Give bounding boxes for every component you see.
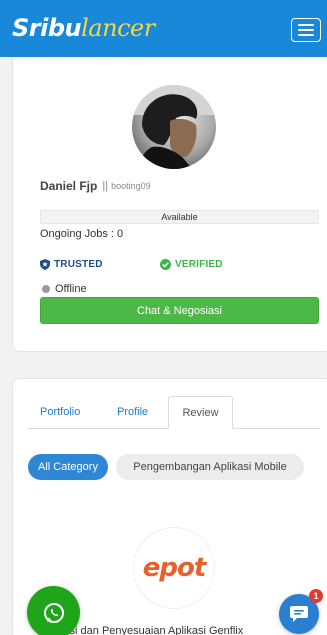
client-logo-text: epot xyxy=(142,552,207,583)
check-circle-icon xyxy=(160,259,171,270)
trusted-label: TRUSTED xyxy=(54,259,103,270)
hamburger-icon xyxy=(298,24,314,26)
menu-toggle-button[interactable] xyxy=(291,18,321,42)
verified-badge: VERIFIED xyxy=(160,259,223,270)
notification-badge: 1 xyxy=(309,589,323,603)
ongoing-jobs: Ongoing Jobs : 0 xyxy=(40,228,124,240)
online-status: Offline xyxy=(42,283,87,295)
chat-negotiate-button[interactable]: Chat & Negosiasi xyxy=(40,297,319,324)
project-title[interactable]: ifikasi dan Penyesuaian Aplikasi Genflix xyxy=(50,625,243,635)
category-pill-mobile-dev[interactable]: Pengembangan Aplikasi Mobile xyxy=(116,454,304,480)
freelancer-name: Daniel Fjp xyxy=(40,179,98,193)
freelancer-name-row: Daniel Fjp || booting09 xyxy=(40,178,151,194)
client-logo: epot xyxy=(133,527,215,609)
top-navbar: Sribu lancer xyxy=(0,0,327,57)
sribulancer-logo[interactable]: Sribu lancer xyxy=(12,14,155,44)
logo-text-primary: Sribu xyxy=(12,14,82,42)
avatar xyxy=(132,85,216,169)
name-separator: || xyxy=(102,180,109,192)
trusted-badge: TRUSTED xyxy=(40,259,103,270)
tab-profile[interactable]: Profile xyxy=(117,396,148,429)
tab-review[interactable]: Review xyxy=(168,396,233,429)
chat-bubble-icon xyxy=(290,606,308,622)
status-label: Offline xyxy=(55,283,87,295)
status-dot-icon xyxy=(42,285,50,293)
verified-label: VERIFIED xyxy=(175,259,223,270)
freelancer-username: booting09 xyxy=(111,181,151,191)
availability-bar: Available xyxy=(40,210,319,224)
category-pill-all[interactable]: All Category xyxy=(28,454,108,480)
logo-text-accent: lancer xyxy=(81,14,155,42)
tab-portfolio[interactable]: Portfolio xyxy=(40,396,80,429)
whatsapp-icon xyxy=(43,602,64,623)
whatsapp-button[interactable] xyxy=(27,586,80,635)
shield-icon xyxy=(40,259,50,270)
